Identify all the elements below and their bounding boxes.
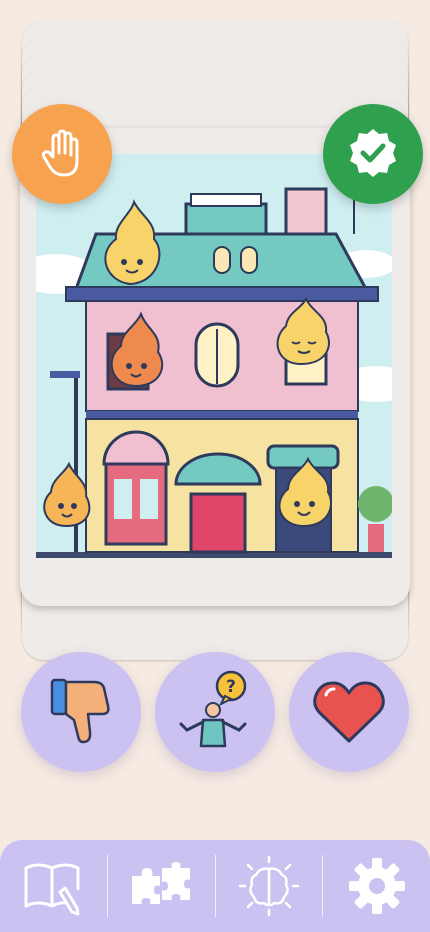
book-pencil-icon bbox=[24, 863, 80, 916]
brain-idea-icon bbox=[238, 855, 300, 917]
nav-item-ideas[interactable] bbox=[216, 854, 323, 918]
nav-divider bbox=[106, 855, 108, 917]
thumbs-down-icon bbox=[50, 678, 110, 744]
nav-divider bbox=[322, 855, 324, 917]
gear-icon bbox=[348, 858, 405, 914]
bottom-nav bbox=[0, 840, 430, 932]
verified-check-badge[interactable] bbox=[323, 104, 423, 204]
unsure-button[interactable]: ? bbox=[155, 652, 275, 772]
verified-check-icon bbox=[350, 129, 396, 177]
hand-stop-icon bbox=[41, 129, 79, 177]
nav-divider bbox=[214, 855, 216, 917]
question-shrug-icon: ? bbox=[179, 670, 247, 748]
like-button[interactable] bbox=[289, 652, 409, 772]
dislike-button[interactable] bbox=[21, 652, 141, 772]
hand-stop-badge[interactable] bbox=[12, 104, 112, 204]
house-illustration bbox=[36, 154, 392, 594]
nav-item-settings[interactable] bbox=[323, 854, 430, 918]
nav-item-journal[interactable] bbox=[0, 854, 107, 918]
puzzle-pieces-icon bbox=[132, 862, 191, 904]
heart-icon bbox=[313, 681, 385, 743]
nav-item-puzzles[interactable] bbox=[108, 854, 215, 918]
svg-text:?: ? bbox=[226, 677, 236, 697]
